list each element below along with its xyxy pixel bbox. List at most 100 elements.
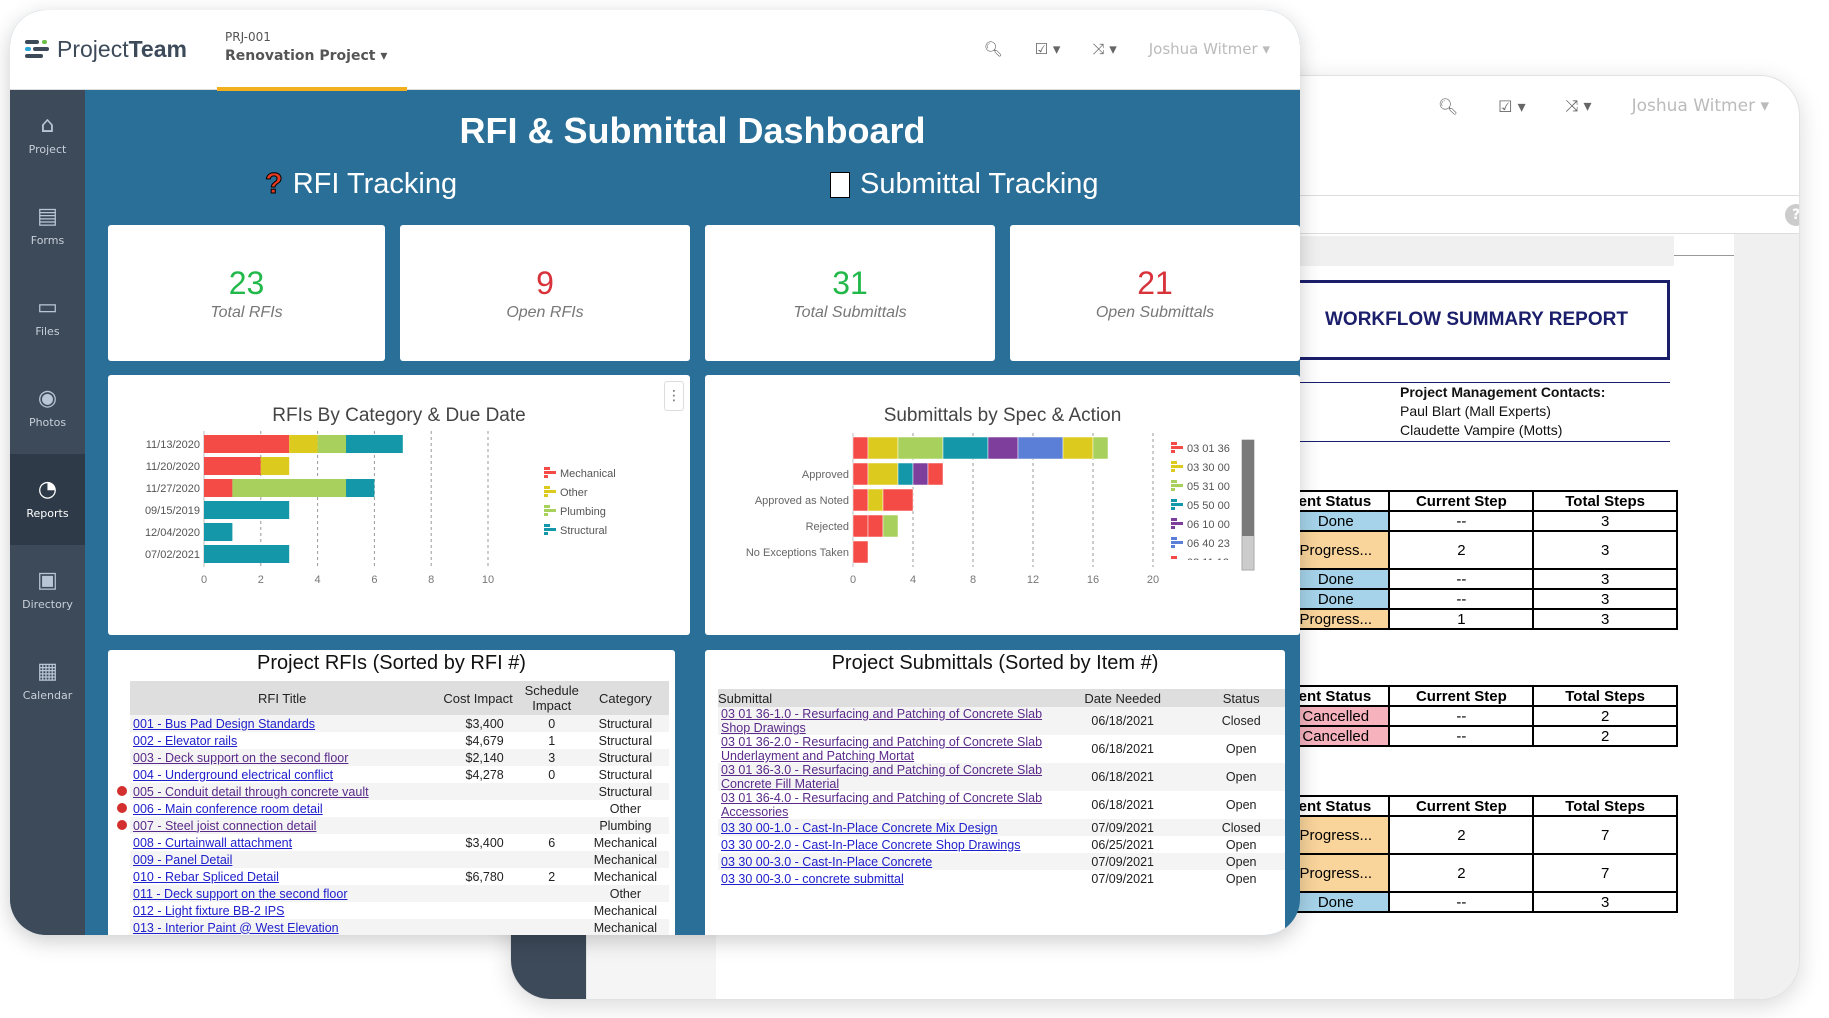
rfi-link[interactable]: 009 - Panel Detail bbox=[133, 853, 232, 867]
rfi-link[interactable]: 007 - Steel joist connection detail bbox=[133, 819, 316, 833]
rfi-link[interactable]: 008 - Curtainwall attachment bbox=[133, 836, 292, 850]
rfi-link[interactable]: 002 - Elevator rails bbox=[133, 734, 237, 748]
user-name: Joshua Witmer bbox=[1148, 40, 1258, 58]
date-needed-cell: 07/09/2021 bbox=[1091, 871, 1154, 886]
sidebar-item-reports[interactable]: ◔ Reports bbox=[10, 454, 85, 545]
workflow-dropdown[interactable]: ⤨ ▾ bbox=[1092, 40, 1116, 58]
submittal-link[interactable]: 03 01 36-4.0 - Resurfacing and Patching … bbox=[721, 791, 1042, 819]
submittal-link[interactable]: 03 01 36-2.0 - Resurfacing and Patching … bbox=[721, 735, 1042, 763]
column-header[interactable]: Schedule Impact bbox=[521, 681, 582, 715]
legend-swatch bbox=[544, 528, 556, 531]
submittal-link[interactable]: 03 01 36-3.0 - Resurfacing and Patching … bbox=[721, 763, 1042, 791]
column-header[interactable]: Submittal bbox=[718, 689, 1048, 707]
bar-segment-structural bbox=[204, 545, 290, 563]
submittal-link[interactable]: 03 01 36-1.0 - Resurfacing and Patching … bbox=[721, 707, 1042, 735]
rfi-link[interactable]: 006 - Main conference room detail bbox=[133, 802, 323, 816]
overdue-indicator-icon bbox=[117, 802, 127, 813]
rfi-link[interactable]: 012 - Light fixture BB-2 IPS bbox=[133, 904, 284, 918]
rfi-link[interactable]: 003 - Deck support on the second floor bbox=[133, 751, 348, 765]
sidebar-item-calendar[interactable]: ▦ Calendar bbox=[10, 636, 85, 727]
schedule-cell bbox=[521, 783, 582, 800]
submittal-link[interactable]: 03 30 00-3.0 - Cast-In-Place Concrete bbox=[721, 855, 932, 869]
search-icon[interactable]: 🔍︎ bbox=[984, 40, 1003, 58]
user-menu[interactable]: Joshua Witmer ▾ bbox=[1632, 96, 1769, 116]
sidebar-item-photos[interactable]: ◉ Photos bbox=[10, 363, 85, 454]
sidebar-item-label: Forms bbox=[30, 234, 65, 247]
y-tick-label: 12/04/2020 bbox=[145, 527, 200, 539]
bar-segment-mechanical bbox=[204, 479, 233, 497]
user-name: Joshua Witmer bbox=[1631, 96, 1756, 116]
legend-swatch bbox=[544, 509, 556, 512]
submittal-link[interactable]: 03 30 00-1.0 - Cast-In-Place Concrete Mi… bbox=[721, 821, 998, 835]
bar-segment-mechanical bbox=[204, 457, 261, 475]
rfi-title-cell: 006 - Main conference room detail bbox=[130, 800, 434, 817]
total-cell: 7 bbox=[1532, 815, 1678, 855]
column-header: Total Steps bbox=[1532, 490, 1678, 512]
schedule-cell: 0 bbox=[548, 767, 556, 782]
sidebar-item-directory[interactable]: ▣ Directory bbox=[10, 545, 85, 636]
workflow-dropdown[interactable]: ⤨ ▾ bbox=[1566, 96, 1592, 116]
status-cell: Open bbox=[1225, 871, 1257, 886]
kpi-value: 9 bbox=[536, 264, 554, 301]
column-header[interactable]: Category bbox=[581, 681, 669, 715]
rfi-title-cell: 004 - Underground electrical conflict bbox=[130, 766, 434, 783]
schedule-cell bbox=[521, 817, 582, 834]
rfi-link[interactable]: 001 - Bus Pad Design Standards bbox=[133, 717, 315, 731]
projectteam-logo[interactable]: ProjectTeam bbox=[25, 36, 187, 63]
bar-segment bbox=[912, 462, 929, 486]
kpi-open-rfis[interactable]: 9 Open RFIs bbox=[400, 225, 690, 361]
bar-segment-plumbing bbox=[317, 435, 346, 453]
rfi-link[interactable]: 010 - Rebar Spliced Detail bbox=[133, 870, 279, 884]
bar-segment bbox=[867, 462, 899, 486]
y-tick-label: No Exceptions Taken bbox=[746, 547, 849, 559]
legend-label: 06 40 23 bbox=[1187, 538, 1230, 550]
total-cell: 3 bbox=[1532, 588, 1678, 610]
bar-segment bbox=[852, 436, 869, 460]
submittal-link[interactable]: 03 30 00-3.0 - concrete submittal bbox=[721, 872, 904, 886]
legend-swatch bbox=[1171, 545, 1175, 548]
legend-label: 05 31 00 bbox=[1187, 481, 1230, 493]
sidebar-item-files[interactable]: ▭ Files bbox=[10, 272, 85, 363]
rfi-title-cell: 010 - Rebar Spliced Detail bbox=[130, 868, 434, 885]
bar-segment bbox=[852, 514, 869, 538]
legend-swatch bbox=[544, 486, 550, 489]
step-cell: -- bbox=[1388, 891, 1535, 913]
sidebar-item-forms[interactable]: ▤ Forms bbox=[10, 181, 85, 272]
tasks-dropdown[interactable]: ☑ ▾ bbox=[1498, 97, 1525, 116]
rfi-link[interactable]: 013 - Interior Paint @ West Elevation bbox=[133, 921, 339, 935]
bar-segment-structural bbox=[346, 435, 403, 453]
rfi-link[interactable]: 004 - Underground electrical conflict bbox=[133, 768, 333, 782]
tasks-dropdown[interactable]: ☑ ▾ bbox=[1035, 40, 1061, 58]
kpi-total-rfis[interactable]: 23 Total RFIs bbox=[108, 225, 385, 361]
rfi-title-cell: 013 - Interior Paint @ West Elevation bbox=[130, 919, 435, 935]
submittal-cell: 03 30 00-1.0 - Cast-In-Place Concrete Mi… bbox=[718, 819, 1048, 836]
kpi-open-submittals[interactable]: 21 Open Submittals bbox=[1010, 225, 1300, 361]
legend-swatch bbox=[1171, 446, 1183, 449]
bar-segment bbox=[987, 436, 1019, 460]
table-row: 005 - Conduit detail through concrete va… bbox=[114, 783, 669, 800]
submittal-cell: 03 30 00-2.0 - Cast-In-Place Concrete Sh… bbox=[718, 836, 1048, 853]
cost-cell bbox=[434, 885, 522, 902]
column-header[interactable]: RFI Title bbox=[130, 681, 435, 715]
bar-segment bbox=[1017, 436, 1064, 460]
back-right-gutter bbox=[1734, 234, 1799, 999]
column-header[interactable]: Cost Impact bbox=[434, 681, 522, 715]
help-icon[interactable]: ? bbox=[1785, 204, 1799, 226]
kpi-total-submittals[interactable]: 31 Total Submittals bbox=[705, 225, 995, 361]
legend-label: Plumbing bbox=[560, 506, 606, 518]
rfi-link[interactable]: 005 - Conduit detail through concrete va… bbox=[133, 785, 369, 799]
legend-scrollbar-thumb[interactable] bbox=[1242, 440, 1254, 536]
rfi-link[interactable]: 011 - Deck support on the second floor bbox=[133, 887, 347, 901]
legend-swatch bbox=[1171, 469, 1175, 472]
column-header[interactable]: Date Needed bbox=[1048, 689, 1198, 707]
submittal-link[interactable]: 03 30 00-2.0 - Cast-In-Place Concrete Sh… bbox=[721, 838, 1020, 852]
workflow-table: rrent Status Current Step Total Steps Done -… bbox=[1283, 490, 1678, 630]
step-cell: -- bbox=[1388, 725, 1535, 747]
sidebar-item-project[interactable]: ⌂ Project bbox=[10, 90, 85, 181]
x-tick-label: 8 bbox=[970, 574, 976, 586]
search-icon[interactable]: 🔍︎ bbox=[1438, 97, 1458, 116]
column-header[interactable]: Status bbox=[1197, 689, 1285, 707]
legend-label: 08 11 13 bbox=[1187, 557, 1229, 569]
user-menu[interactable]: Joshua Witmer ▾ bbox=[1149, 40, 1270, 58]
project-selector[interactable]: PRJ-001 Renovation Project ▾ bbox=[225, 30, 387, 64]
